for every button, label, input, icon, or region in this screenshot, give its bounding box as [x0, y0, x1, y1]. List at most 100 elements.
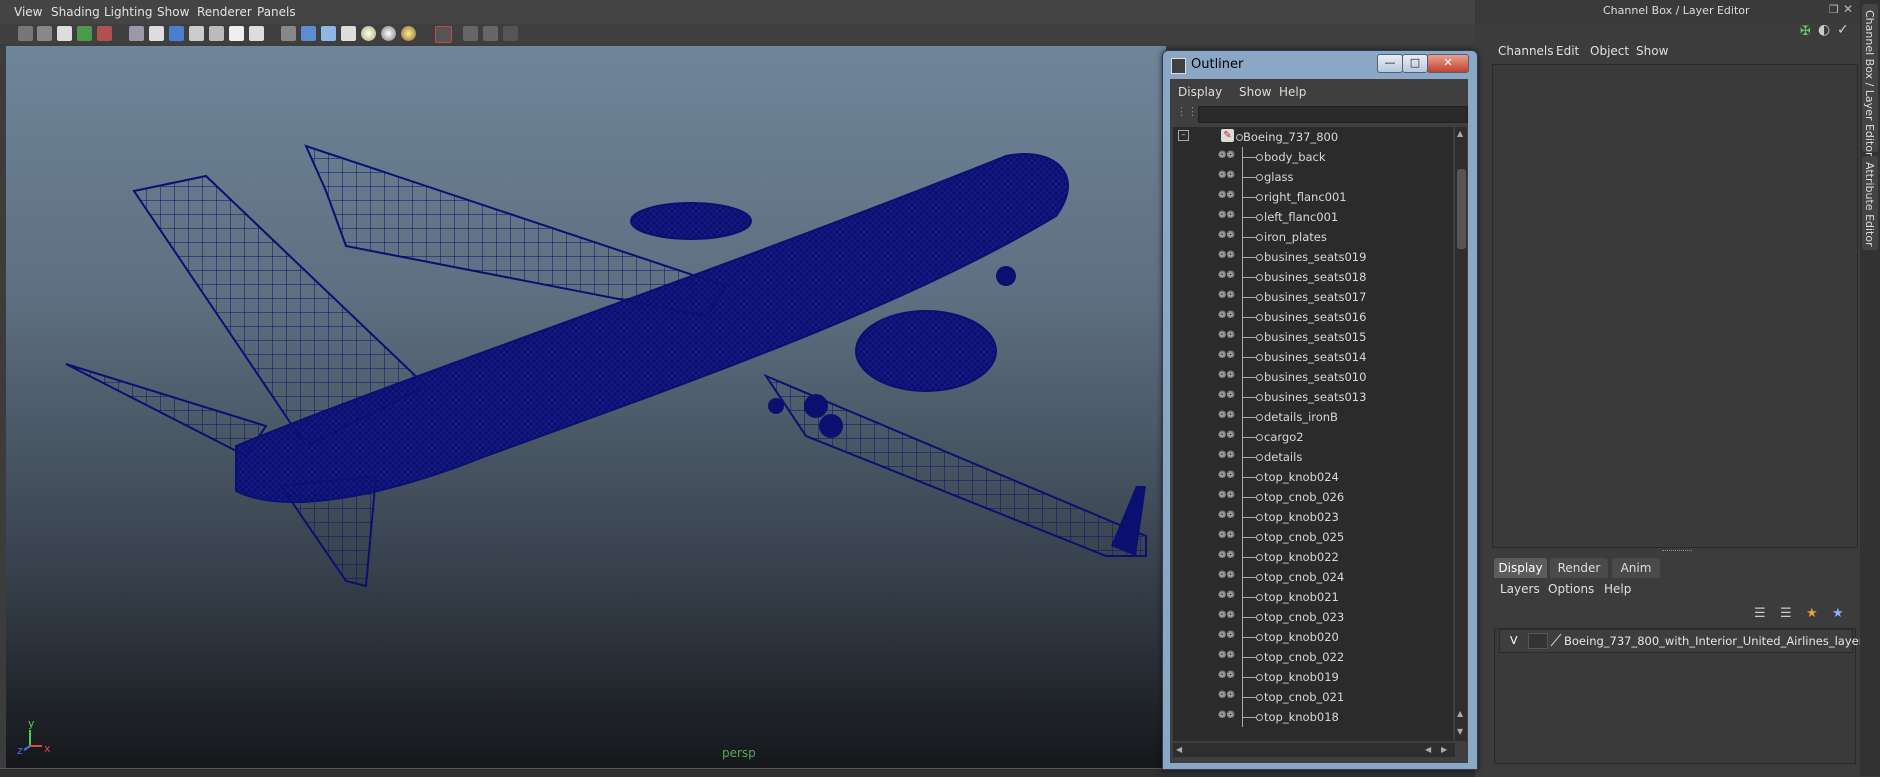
outliner-item[interactable]: ❁❁ busines_seats013: [1173, 387, 1453, 407]
tab-anim[interactable]: Anim: [1612, 558, 1660, 578]
outliner-item[interactable]: ❁❁ top_cnob_024: [1173, 567, 1453, 587]
menu-panels[interactable]: Panels: [257, 5, 296, 19]
outliner-menu-display[interactable]: Display: [1178, 85, 1222, 99]
outliner-filter-input[interactable]: [1198, 106, 1468, 123]
tab-render[interactable]: Render: [1550, 558, 1608, 578]
outliner-item[interactable]: ❁❁ top_knob019: [1173, 667, 1453, 687]
layer-color-icon[interactable]: [1550, 633, 1562, 647]
cb-menu-object[interactable]: Object: [1590, 44, 1629, 58]
scroll-up-bottom-icon[interactable]: ▲: [1457, 709, 1463, 718]
hyper-icon[interactable]: ✓: [1837, 22, 1849, 38]
collapse-icon[interactable]: –: [1178, 130, 1189, 141]
field-chart-icon[interactable]: [209, 26, 224, 41]
outliner-item[interactable]: ❁❁ busines_seats015: [1173, 327, 1453, 347]
menu-renderer[interactable]: Renderer: [197, 5, 252, 19]
texture-icon[interactable]: [341, 26, 356, 41]
xray-components-icon[interactable]: [503, 26, 518, 41]
cb-menu-channels[interactable]: Channels: [1498, 44, 1554, 58]
menu-view[interactable]: View: [14, 5, 42, 19]
bookmark-icon[interactable]: [57, 26, 72, 41]
menu-show[interactable]: Show: [157, 5, 189, 19]
menu-lighting[interactable]: Lighting: [104, 5, 153, 19]
outliner-item[interactable]: ❁❁ glass: [1173, 167, 1453, 187]
xray-icon[interactable]: [463, 26, 478, 41]
scroll-up-icon[interactable]: ▲: [1457, 129, 1463, 138]
outliner-item[interactable]: ❁❁ top_knob023: [1173, 507, 1453, 527]
outliner-item[interactable]: ❁❁ top_cnob_025: [1173, 527, 1453, 547]
side-tab-attribute-editor[interactable]: Attribute Editor: [1862, 156, 1878, 250]
wireframe-on-shaded-icon[interactable]: [321, 26, 336, 41]
select-camera-icon[interactable]: [18, 26, 33, 41]
layer-menu-help[interactable]: Help: [1604, 582, 1631, 596]
grid-icon[interactable]: [129, 26, 144, 41]
outliner-item[interactable]: ❁❁ top_cnob_021: [1173, 687, 1453, 707]
new-layer-from-selected-icon[interactable]: ★: [1832, 606, 1844, 621]
cb-menu-edit[interactable]: Edit: [1556, 44, 1579, 58]
layer-menu-layers[interactable]: Layers: [1500, 582, 1540, 596]
menu-shading[interactable]: Shading: [51, 5, 100, 19]
camera-attributes-icon[interactable]: [37, 26, 52, 41]
outliner-item[interactable]: ❁❁ details_ironB: [1173, 407, 1453, 427]
tab-display[interactable]: Display: [1494, 558, 1547, 578]
channel-speed-icon[interactable]: ◐: [1818, 22, 1830, 38]
channel-box-area[interactable]: [1492, 64, 1858, 548]
outliner-item[interactable]: ❁❁ body_back: [1173, 147, 1453, 167]
outliner-item[interactable]: ❁❁ busines_seats019: [1173, 247, 1453, 267]
outliner-item[interactable]: ❁❁ left_flanc001: [1173, 207, 1453, 227]
outliner-item[interactable]: ❁❁ busines_seats017: [1173, 287, 1453, 307]
layer-menu-options[interactable]: Options: [1548, 582, 1594, 596]
outliner-item[interactable]: ❁❁ top_knob018: [1173, 707, 1453, 727]
outliner-item[interactable]: ❁❁ top_knob022: [1173, 547, 1453, 567]
outliner-item[interactable]: ❁❁ top_knob020: [1173, 627, 1453, 647]
minimize-button[interactable]: —: [1377, 54, 1403, 73]
close-button[interactable]: ✕: [1427, 54, 1469, 73]
layer-visibility-toggle[interactable]: V: [1510, 634, 1518, 647]
side-tab-channel-box[interactable]: Channel Box / Layer Editor: [1862, 4, 1878, 157]
outliner-menu-show[interactable]: Show: [1239, 85, 1271, 99]
maximize-button[interactable]: □: [1402, 54, 1428, 73]
image-plane-icon[interactable]: [77, 26, 92, 41]
outliner-horizontal-scrollbar[interactable]: ◀ ◀ ▶: [1173, 743, 1455, 757]
outliner-item[interactable]: ❁❁ busines_seats016: [1173, 307, 1453, 327]
outliner-item[interactable]: ❁❁ busines_seats010: [1173, 367, 1453, 387]
film-gate-icon[interactable]: [149, 26, 164, 41]
outliner-item[interactable]: ❁❁ top_knob021: [1173, 587, 1453, 607]
resolution-gate-icon[interactable]: [169, 26, 184, 41]
outliner-root-item[interactable]: – ✎ Boeing_737_800: [1173, 127, 1453, 147]
outliner-item[interactable]: ❁❁ iron_plates: [1173, 227, 1453, 247]
outliner-menu-help[interactable]: Help: [1279, 85, 1306, 99]
ambient-occlusion-icon[interactable]: [401, 26, 416, 41]
smooth-shade-icon[interactable]: [301, 26, 316, 41]
layer-row[interactable]: V Boeing_737_800_with_Interior_United_Ai…: [1499, 629, 1871, 653]
scroll-left-end-icon[interactable]: ◀: [1425, 745, 1431, 754]
float-icon[interactable]: ❐: [1829, 3, 1839, 16]
outliner-item[interactable]: ❁❁ top_cnob_023: [1173, 607, 1453, 627]
safe-action-icon[interactable]: [229, 26, 244, 41]
xray-joints-icon[interactable]: [483, 26, 498, 41]
outliner-item[interactable]: ❁❁ busines_seats014: [1173, 347, 1453, 367]
isolate-icon[interactable]: [435, 26, 452, 43]
manipulator-icon[interactable]: ✠: [1800, 24, 1811, 39]
scroll-left-icon[interactable]: ◀: [1176, 745, 1182, 754]
safe-title-icon[interactable]: [249, 26, 264, 41]
layer-type-toggle[interactable]: [1528, 633, 1548, 649]
move-layer-up-icon[interactable]: ☰: [1754, 606, 1766, 621]
scroll-right-icon[interactable]: ▶: [1441, 745, 1447, 754]
outliner-item[interactable]: ❁❁ top_cnob_026: [1173, 487, 1453, 507]
wireframe-icon[interactable]: [281, 26, 296, 41]
outliner-item[interactable]: ❁❁ busines_seats018: [1173, 267, 1453, 287]
cb-menu-show[interactable]: Show: [1636, 44, 1668, 58]
outliner-tree[interactable]: – ✎ Boeing_737_800 ❁❁ body_back ❁❁ glass ❁❁ righ…: [1173, 127, 1453, 741]
new-empty-layer-icon[interactable]: ★: [1806, 606, 1818, 621]
light-icon[interactable]: [361, 26, 376, 41]
outliner-scroll-thumb[interactable]: [1457, 169, 1466, 249]
outliner-item[interactable]: ❁❁ top_cnob_022: [1173, 647, 1453, 667]
outliner-item[interactable]: ❁❁ top_knob024: [1173, 467, 1453, 487]
two-d-pan-icon[interactable]: [97, 26, 112, 41]
outliner-item[interactable]: ❁❁ details: [1173, 447, 1453, 467]
close-icon[interactable]: ✕: [1843, 2, 1853, 16]
scroll-down-icon[interactable]: ▼: [1457, 727, 1463, 736]
perspective-viewport[interactable]: persp y z x: [6, 46, 1166, 768]
panel-splitter[interactable]: [1492, 548, 1856, 554]
outliner-item[interactable]: ❁❁ right_flanc001: [1173, 187, 1453, 207]
